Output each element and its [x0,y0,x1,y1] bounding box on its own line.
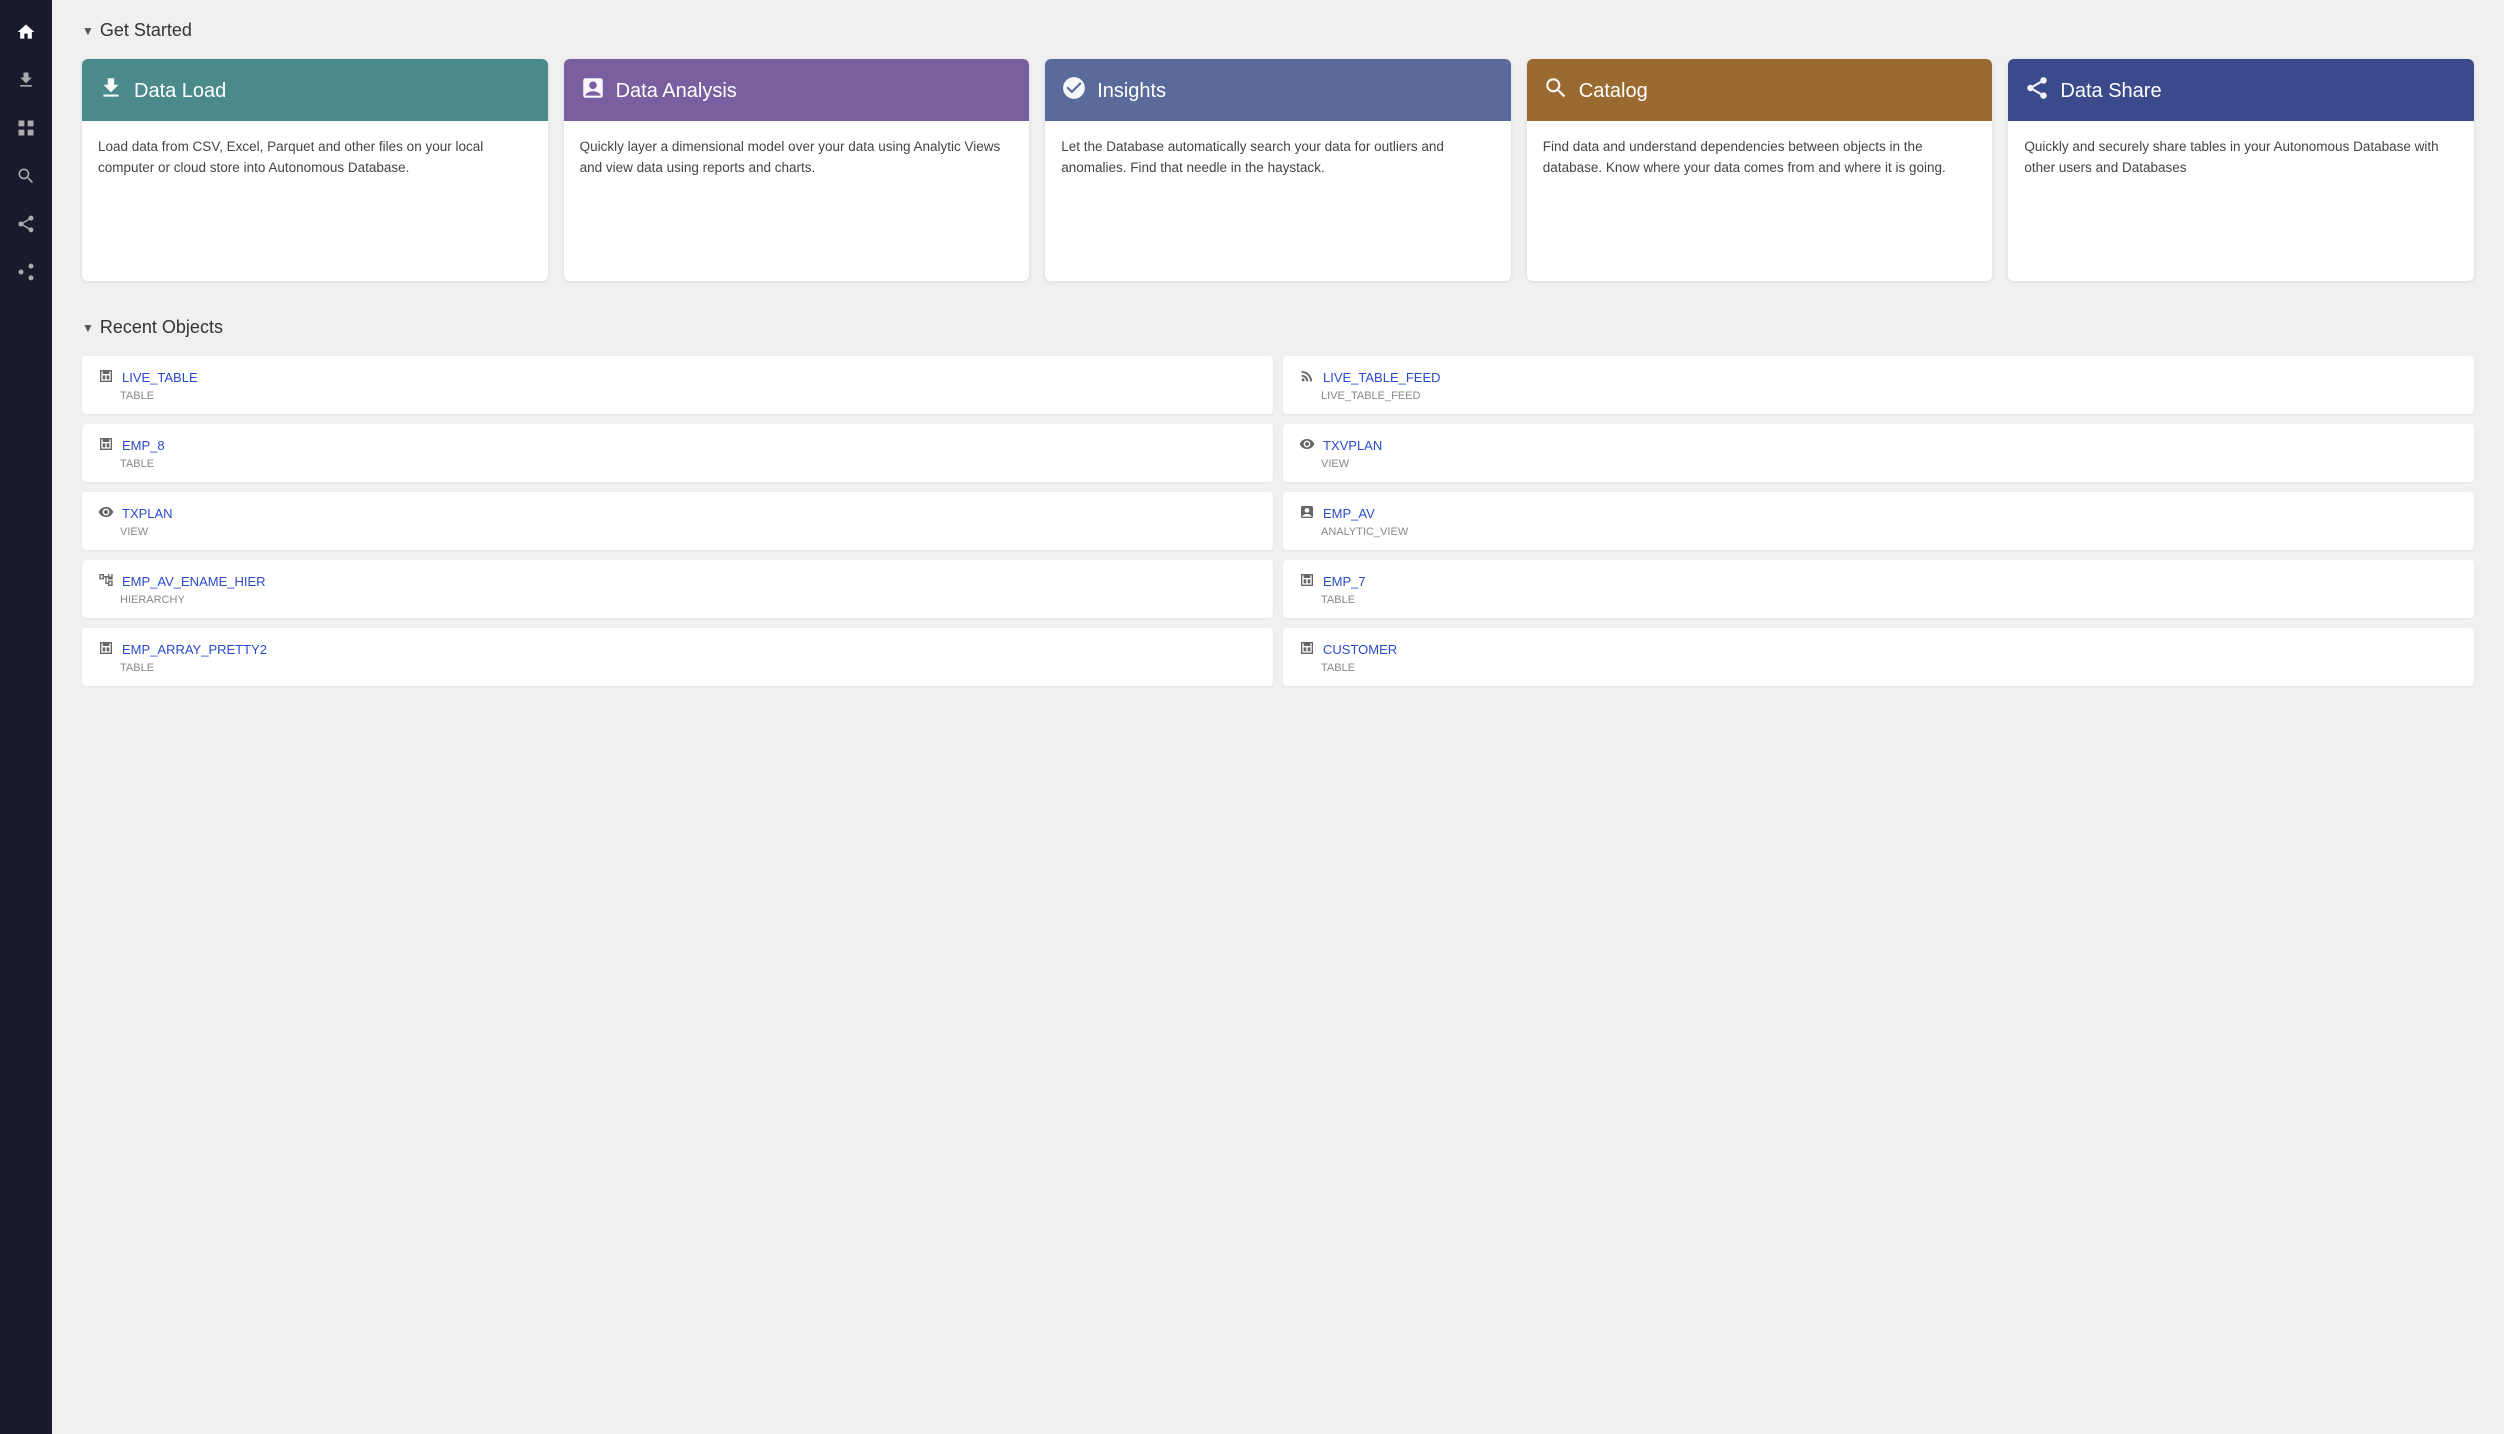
object-type-emp-av: ANALYTIC_VIEW [1321,526,2458,538]
card-insights-body: Let the Database automatically search yo… [1045,121,1511,281]
table-icon-emp7 [1299,572,1315,591]
get-started-header: ▼ Get Started [82,20,2474,41]
table-icon-emp-array [98,640,114,659]
object-item-live-table-feed[interactable]: LIVE_TABLE_FEED LIVE_TABLE_FEED [1283,356,2474,414]
feed-icon [1299,368,1315,387]
card-catalog[interactable]: Catalog Find data and understand depende… [1527,59,1993,281]
object-type-customer: TABLE [1321,662,2458,674]
object-name-row: CUSTOMER [1299,640,2458,659]
object-item-emp-7[interactable]: EMP_7 TABLE [1283,560,2474,618]
cards-grid: Data Load Load data from CSV, Excel, Par… [82,59,2474,281]
card-data-analysis-title: Data Analysis [616,80,737,103]
insights-icon [1061,75,1087,107]
view-icon-txplan [98,504,114,523]
object-item-live-table[interactable]: LIVE_TABLE TABLE [82,356,1273,414]
sidebar-item-search[interactable] [6,156,46,196]
recent-objects-grid: LIVE_TABLE TABLE LIVE_TABLE_FEED LIVE_TA… [82,356,2474,686]
object-item-emp-8[interactable]: EMP_8 TABLE [82,424,1273,482]
card-data-load-header: Data Load [82,59,548,121]
card-insights-header: Insights [1045,59,1511,121]
object-name-emp-array-pretty2: EMP_ARRAY_PRETTY2 [122,642,267,657]
card-data-analysis[interactable]: Data Analysis Quickly layer a dimensiona… [564,59,1030,281]
sidebar [0,0,52,1434]
object-type-txplan: VIEW [120,526,1257,538]
sidebar-item-data-analysis[interactable] [6,108,46,148]
data-analysis-icon [580,75,606,107]
recent-objects-section: ▼ Recent Objects LIVE_TABLE TABLE [82,317,2474,686]
object-item-txvplan[interactable]: TXVPLAN VIEW [1283,424,2474,482]
card-data-load[interactable]: Data Load Load data from CSV, Excel, Par… [82,59,548,281]
data-load-icon [98,75,124,107]
object-item-emp-array-pretty2[interactable]: EMP_ARRAY_PRETTY2 TABLE [82,628,1273,686]
object-name-row: TXPLAN [98,504,1257,523]
object-name-row: EMP_ARRAY_PRETTY2 [98,640,1257,659]
object-type-emp-av-ename-hier: HIERARCHY [120,594,1257,606]
card-catalog-header: Catalog [1527,59,1993,121]
object-name-txvplan: TXVPLAN [1323,438,1382,453]
recent-collapse-triangle[interactable]: ▼ [82,321,94,335]
sidebar-item-connections[interactable] [6,204,46,244]
object-type-txvplan: VIEW [1321,458,2458,470]
object-name-row: EMP_8 [98,436,1257,455]
object-item-txplan[interactable]: TXPLAN VIEW [82,492,1273,550]
object-name-emp-av-ename-hier: EMP_AV_ENAME_HIER [122,574,266,589]
object-name-row: EMP_AV [1299,504,2458,523]
card-catalog-body: Find data and understand dependencies be… [1527,121,1993,281]
object-name-customer: CUSTOMER [1323,642,1397,657]
catalog-icon [1543,75,1569,107]
table-icon-emp8 [98,436,114,455]
table-icon [98,368,114,387]
card-data-share-title: Data Share [2060,80,2161,103]
get-started-title: Get Started [100,20,192,41]
object-name-emp-av: EMP_AV [1323,506,1375,521]
table-icon-customer [1299,640,1315,659]
card-data-load-title: Data Load [134,80,226,103]
object-item-customer[interactable]: CUSTOMER TABLE [1283,628,2474,686]
object-name-txplan: TXPLAN [122,506,173,521]
collapse-triangle[interactable]: ▼ [82,24,94,38]
card-insights-title: Insights [1097,80,1166,103]
card-data-analysis-body: Quickly layer a dimensional model over y… [564,121,1030,281]
sidebar-item-home[interactable] [6,12,46,52]
sidebar-item-data-share[interactable] [6,252,46,292]
object-type-live-table-feed: LIVE_TABLE_FEED [1321,390,2458,402]
object-item-emp-av[interactable]: EMP_AV ANALYTIC_VIEW [1283,492,2474,550]
card-data-share-body: Quickly and securely share tables in you… [2008,121,2474,281]
object-name-emp-7: EMP_7 [1323,574,1366,589]
view-icon-txvplan [1299,436,1315,455]
main-content: ▼ Get Started Data Load Load data from C… [52,0,2504,1434]
data-share-icon [2024,75,2050,107]
get-started-section: ▼ Get Started Data Load Load data from C… [82,20,2474,281]
card-insights[interactable]: Insights Let the Database automatically … [1045,59,1511,281]
card-data-load-body: Load data from CSV, Excel, Parquet and o… [82,121,548,281]
object-item-emp-av-ename-hier[interactable]: EMP_AV_ENAME_HIER HIERARCHY [82,560,1273,618]
object-type-live-table: TABLE [120,390,1257,402]
object-type-emp8: TABLE [120,458,1257,470]
object-name-live-table: LIVE_TABLE [122,370,198,385]
object-type-emp-array-pretty2: TABLE [120,662,1257,674]
analytic-icon [1299,504,1315,523]
card-catalog-title: Catalog [1579,80,1648,103]
hierarchy-icon [98,572,114,591]
object-name-row: EMP_7 [1299,572,2458,591]
object-name-row: LIVE_TABLE [98,368,1257,387]
sidebar-item-data-load[interactable] [6,60,46,100]
recent-objects-title: Recent Objects [100,317,223,338]
object-name-live-table-feed: LIVE_TABLE_FEED [1323,370,1441,385]
object-type-emp-7: TABLE [1321,594,2458,606]
card-data-share[interactable]: Data Share Quickly and securely share ta… [2008,59,2474,281]
object-name-row: TXVPLAN [1299,436,2458,455]
card-data-share-header: Data Share [2008,59,2474,121]
object-name-row: EMP_AV_ENAME_HIER [98,572,1257,591]
object-name-row: LIVE_TABLE_FEED [1299,368,2458,387]
recent-objects-header: ▼ Recent Objects [82,317,2474,338]
card-data-analysis-header: Data Analysis [564,59,1030,121]
object-name-emp8: EMP_8 [122,438,165,453]
